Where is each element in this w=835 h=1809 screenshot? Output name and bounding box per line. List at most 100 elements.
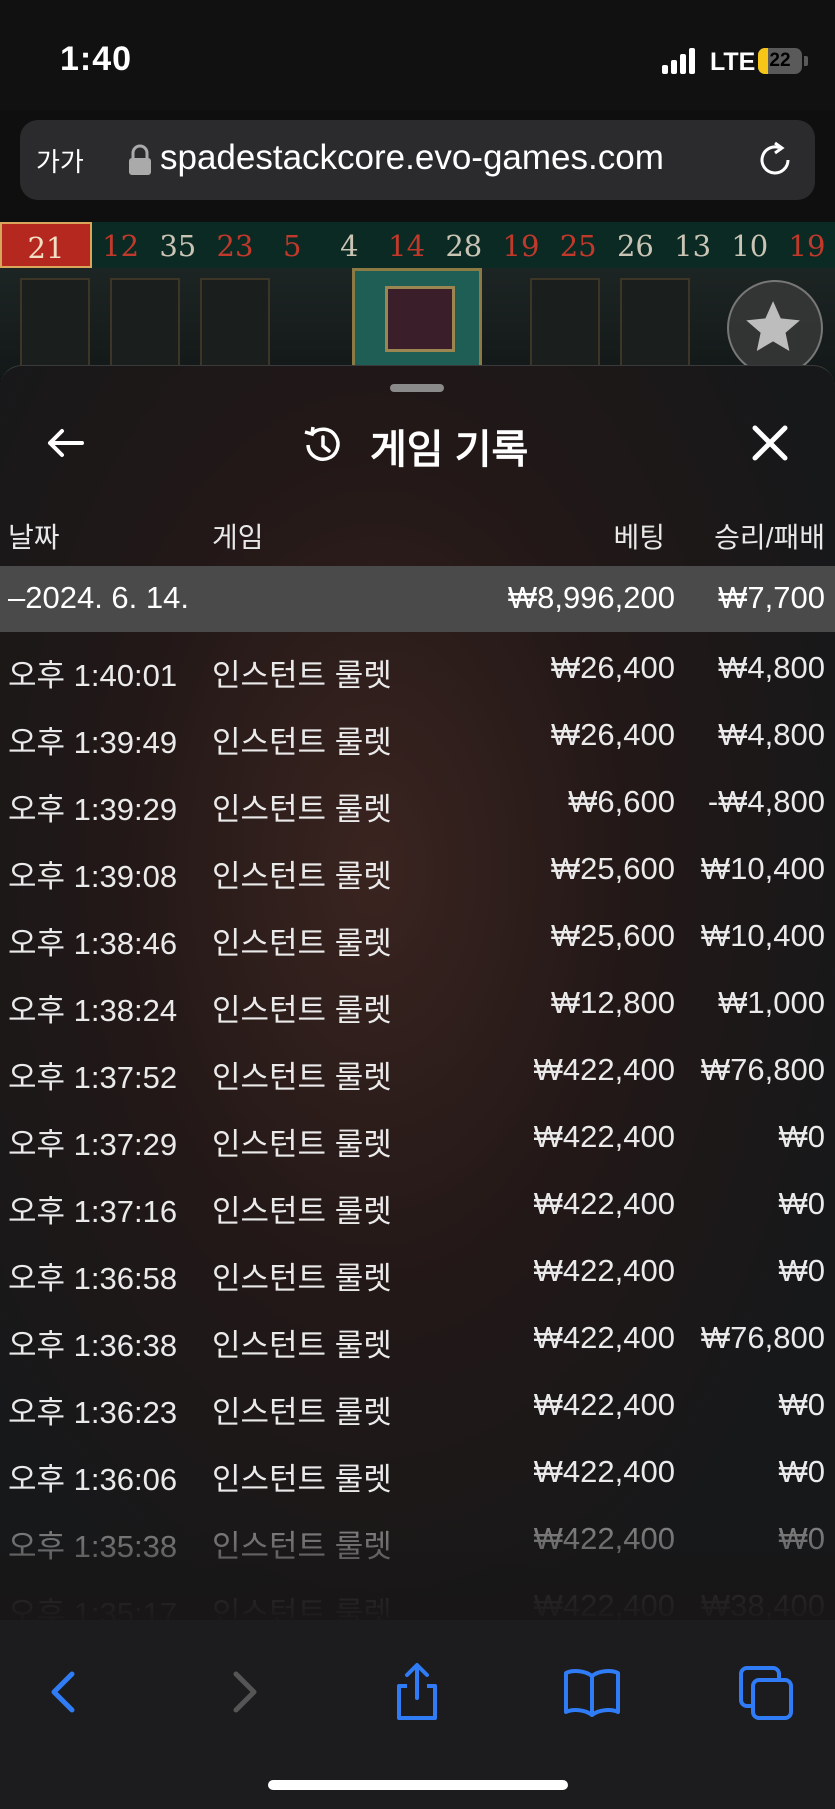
column-header-date[interactable]: 날짜 [8,516,60,556]
history-row[interactable]: 오후 1:39:49 인스턴트 룰렛 ₩26,400 ₩4,800 [0,709,835,767]
result-number: 21 [0,222,92,268]
history-row[interactable]: 오후 1:35:38 인스턴트 룰렛 ₩422,400 ₩0 [0,1513,835,1571]
row-win-loss: -₩4,800 [707,784,825,819]
row-time: 오후 1:36:23 [8,1395,178,1430]
history-row[interactable]: 오후 1:40:01 인스턴트 룰렛 ₩26,400 ₩4,800 [0,642,835,700]
row-game: 인스턴트 룰렛 [212,658,392,693]
game-history-sheet: 게임 기록 날짜 게임 베팅 승리/패배 –2024. 6. 14. ₩8,99… [0,365,835,1621]
history-row[interactable]: 오후 1:35:17 인스턴트 룰렛 ₩422,400 ₩38,400 [0,1580,835,1621]
result-number: 12 [102,229,140,263]
row-time: 오후 1:36:58 [8,1261,178,1296]
row-win-loss: ₩76,800 [700,1320,825,1355]
column-header-game[interactable]: 게임 [212,516,264,556]
home-indicator[interactable] [268,1780,568,1790]
result-number: 5 [282,229,302,263]
battery-level: 22 [769,50,791,71]
row-game: 인스턴트 룰렛 [212,792,392,827]
history-row[interactable]: 오후 1:38:24 인스턴트 룰렛 ₩12,800 ₩1,000 [0,977,835,1035]
row-game: 인스턴트 룰렛 [212,725,392,760]
battery-tip [804,56,808,66]
row-game: 인스턴트 룰렛 [212,1328,392,1363]
day-win-loss-total: ₩7,700 [718,580,825,615]
reload-icon[interactable] [755,140,795,180]
history-row[interactable]: 오후 1:36:38 인스턴트 룰렛 ₩422,400 ₩76,800 [0,1312,835,1370]
history-row[interactable]: 오후 1:36:58 인스턴트 룰렛 ₩422,400 ₩0 [0,1245,835,1303]
url-text[interactable]: spadestackcore.evo-games.com [160,138,664,178]
result-number: 10 [731,229,769,263]
row-time: 오후 1:35:17 [8,1596,178,1621]
row-win-loss: ₩0 [778,1521,826,1556]
row-bet: ₩26,400 [550,717,675,752]
lock-icon [129,144,151,175]
row-win-loss: ₩0 [778,1387,826,1422]
row-win-loss: ₩0 [778,1454,826,1489]
sheet-drag-handle[interactable] [390,384,444,392]
status-bar: 1:40 LTE 22 [0,0,835,110]
row-bet: ₩25,600 [550,918,675,953]
row-time: 오후 1:40:01 [8,658,178,693]
history-row[interactable]: 오후 1:38:46 인스턴트 룰렛 ₩25,600 ₩10,400 [0,910,835,968]
share-icon[interactable] [385,1660,449,1724]
row-win-loss: ₩10,400 [700,851,825,886]
row-game: 인스턴트 룰렛 [212,1529,392,1564]
row-bet: ₩422,400 [533,1119,675,1154]
close-icon[interactable] [745,418,795,468]
row-time: 오후 1:36:06 [8,1462,178,1497]
row-time: 오후 1:36:38 [8,1328,178,1363]
result-number: 28 [445,229,483,263]
row-game: 인스턴트 룰렛 [212,1060,392,1095]
signal-icon [662,48,700,74]
roulette-results-strip: 21 12 35 23 5 4 14 28 19 25 26 13 10 19 [0,222,835,268]
history-row[interactable]: 오후 1:37:29 인스턴트 룰렛 ₩422,400 ₩0 [0,1111,835,1169]
row-game: 인스턴트 룰렛 [212,1127,392,1162]
row-time: 오후 1:35:38 [8,1529,178,1564]
day-bet-total: ₩8,996,200 [507,580,675,615]
tabs-icon[interactable] [735,1660,799,1724]
row-time: 오후 1:38:46 [8,926,178,961]
result-number: 19 [502,229,540,263]
row-bet: ₩26,400 [550,650,675,685]
favorite-button[interactable] [727,280,823,376]
history-row[interactable]: 오후 1:39:29 인스턴트 룰렛 ₩6,600 -₩4,800 [0,776,835,834]
nav-back-icon[interactable] [32,1660,96,1724]
wall-panel [110,278,180,373]
back-arrow-icon[interactable] [40,418,90,468]
text-size-button[interactable]: 가가 [36,142,84,179]
history-row[interactable]: 오후 1:37:52 인스턴트 룰렛 ₩422,400 ₩76,800 [0,1044,835,1102]
nav-forward-icon[interactable] [212,1660,276,1724]
row-time: 오후 1:39:08 [8,859,178,894]
day-summary-row[interactable]: –2024. 6. 14. ₩8,996,200 ₩7,700 [0,566,835,632]
sheet-title: 게임 기록 [370,428,529,472]
row-win-loss: ₩0 [778,1186,826,1221]
painting [385,286,455,352]
row-bet: ₩422,400 [533,1521,675,1556]
row-time: 오후 1:37:16 [8,1194,178,1229]
history-row[interactable]: 오후 1:36:23 인스턴트 룰렛 ₩422,400 ₩0 [0,1379,835,1437]
row-bet: ₩422,400 [533,1052,675,1087]
row-game: 인스턴트 룰렛 [212,1194,392,1229]
row-win-loss: ₩10,400 [700,918,825,953]
row-time: 오후 1:38:24 [8,993,178,1028]
result-number: 4 [340,229,359,263]
row-bet: ₩422,400 [533,1253,675,1288]
result-number: 26 [616,229,654,263]
wall-panel [620,278,690,373]
row-game: 인스턴트 룰렛 [212,993,392,1028]
battery-icon: 22 [758,48,802,74]
row-bet: ₩422,400 [533,1320,675,1355]
result-number: 13 [674,229,712,263]
row-win-loss: ₩0 [778,1253,826,1288]
history-row[interactable]: 오후 1:37:16 인스턴트 룰렛 ₩422,400 ₩0 [0,1178,835,1236]
row-game: 인스턴트 룰렛 [212,1395,392,1430]
row-time: 오후 1:37:52 [8,1060,178,1095]
bookmarks-icon[interactable] [560,1660,624,1724]
column-header-win-loss[interactable]: 승리/패배 [714,516,825,556]
row-win-loss: ₩4,800 [718,650,825,685]
row-time: 오후 1:37:29 [8,1127,178,1162]
history-row[interactable]: 오후 1:39:08 인스턴트 룰렛 ₩25,600 ₩10,400 [0,843,835,901]
row-game: 인스턴트 룰렛 [212,926,392,961]
history-row[interactable]: 오후 1:36:06 인스턴트 룰렛 ₩422,400 ₩0 [0,1446,835,1504]
roulette-room-background [0,268,835,380]
column-header-bet[interactable]: 베팅 [613,516,665,556]
address-bar[interactable]: 가가 spadestackcore.evo-games.com [20,120,815,200]
